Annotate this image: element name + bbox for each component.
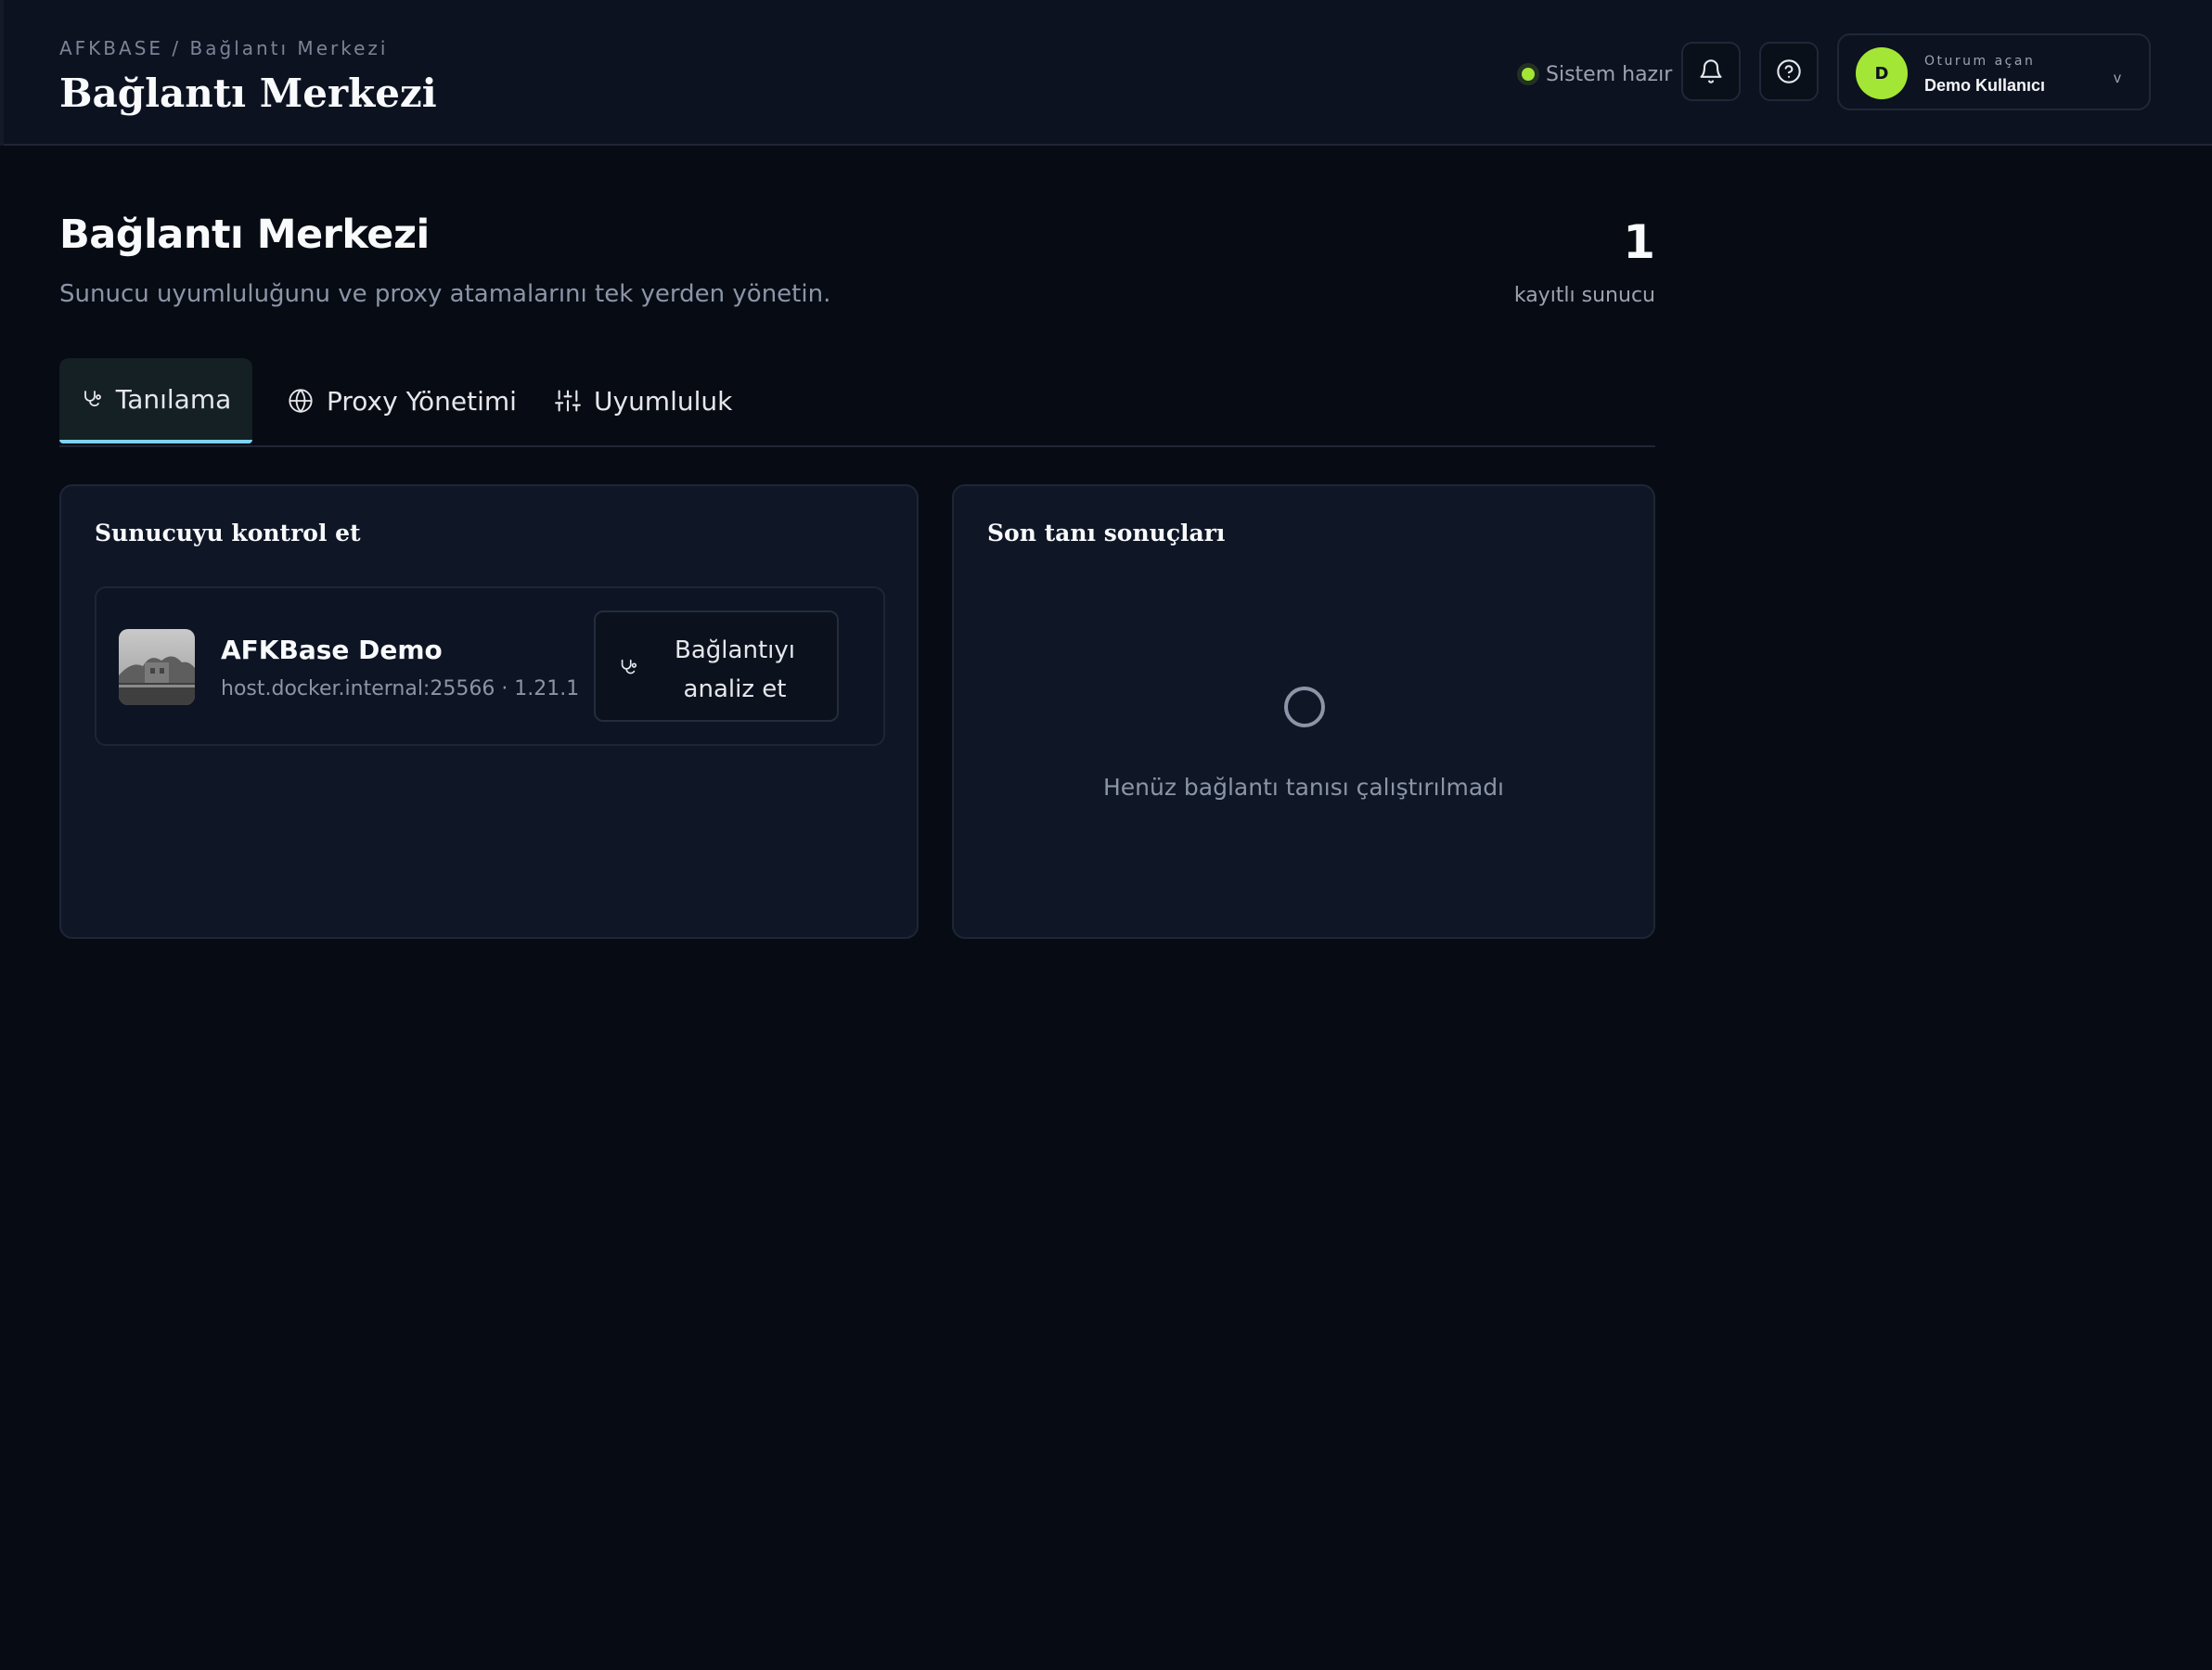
server-name: AFKBase Demo xyxy=(221,635,443,665)
card-title: Son tanı sonuçları xyxy=(987,520,1226,546)
status-dot-icon xyxy=(1522,68,1535,81)
tab-label: Tanılama xyxy=(115,383,232,415)
bell-icon xyxy=(1700,59,1722,84)
diagnostic-results-card: Son tanı sonuçları Henüz bağlantı tanısı… xyxy=(952,484,1655,939)
stethoscope-icon xyxy=(84,391,101,406)
empty-state-circle-icon xyxy=(1284,687,1325,727)
help-button[interactable] xyxy=(1759,42,1819,101)
notifications-button[interactable] xyxy=(1681,42,1741,101)
status-text: Sistem hazır xyxy=(1546,62,1673,86)
breadcrumb: AFKBASE / Bağlantı Merkezi xyxy=(59,37,388,59)
server-thumbnail xyxy=(119,629,195,705)
card-title: Sunucuyu kontrol et xyxy=(95,520,361,546)
tab-proxy-management[interactable]: Proxy Yönetimi xyxy=(288,358,517,443)
tab-label: Proxy Yönetimi xyxy=(327,385,517,417)
sliders-icon xyxy=(555,390,581,412)
user-name: Demo Kullanıcı xyxy=(1924,76,2046,95)
tab-compatibility[interactable]: Uyumluluk xyxy=(555,358,732,443)
server-count-label: kayıtlı sunucu xyxy=(1513,284,1655,307)
server-host: host.docker.internal:25566 · 1.21.1 xyxy=(221,677,580,700)
empty-state-text: Henüz bağlantı tanısı çalıştırılmadı xyxy=(1102,774,1505,801)
help-circle-icon xyxy=(1777,59,1801,84)
page-subtitle: Sunucu uyumluluğunu ve proxy atamalarını… xyxy=(59,280,831,308)
tab-bar: Tanılama Proxy Yönetimi Uyumluluk xyxy=(59,358,1655,447)
header-title: Bağlantı Merkezi xyxy=(59,71,437,116)
server-count: 1 xyxy=(1623,215,1655,269)
user-menu[interactable]: D Oturum açan Demo Kullanıcı v xyxy=(1837,33,2151,110)
server-row: AFKBase Demo host.docker.internal:25566 … xyxy=(95,586,885,746)
globe-icon xyxy=(289,389,313,414)
tab-diagnostics[interactable]: Tanılama xyxy=(59,358,252,443)
breadcrumb-separator: / xyxy=(172,37,182,59)
avatar: D xyxy=(1856,47,1908,99)
stethoscope-icon xyxy=(621,659,637,674)
system-status: Sistem hazır xyxy=(1522,59,1672,89)
server-check-card: Sunucuyu kontrol et AFKBase Demo host.do… xyxy=(59,484,919,939)
breadcrumb-root[interactable]: AFKBASE xyxy=(59,37,163,59)
user-label: Oturum açan xyxy=(1924,54,2036,69)
breadcrumb-current: Bağlantı Merkezi xyxy=(189,37,389,59)
analyze-connection-button[interactable]: Bağlantıyı analiz et xyxy=(594,610,839,722)
top-bar: AFKBASE / Bağlantı Merkezi Bağlantı Merk… xyxy=(0,0,2212,146)
page-title: Bağlantı Merkezi xyxy=(59,212,430,258)
chevron-down-icon: v xyxy=(2114,71,2121,86)
analyze-button-label: Bağlantıyı analiz et xyxy=(675,636,795,703)
tab-label: Uyumluluk xyxy=(594,385,733,417)
